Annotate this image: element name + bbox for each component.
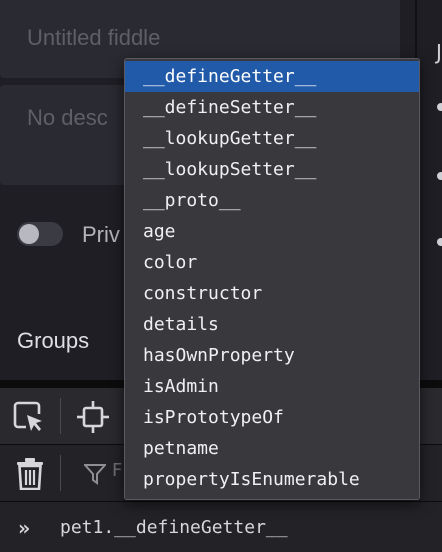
element-picker-icon[interactable]	[12, 400, 46, 438]
private-toggle[interactable]	[17, 222, 63, 246]
groups-heading: Groups	[17, 328, 90, 353]
autocomplete-item[interactable]: details	[125, 309, 419, 340]
autocomplete-item[interactable]: __lookupGetter__	[125, 123, 419, 154]
fiddle-title-placeholder: Untitled fiddle	[27, 25, 161, 50]
autocomplete-item-selected[interactable]: __defineGetter__	[125, 61, 419, 92]
radio-dot-icon[interactable]	[437, 172, 442, 180]
autocomplete-item[interactable]: __defineSetter__	[125, 92, 419, 123]
autocomplete-popup[interactable]: __defineGetter__ __defineSetter__ __lookup…	[124, 58, 420, 500]
autocomplete-item[interactable]: age	[125, 216, 419, 247]
private-label: Priv	[82, 222, 120, 247]
filter-output-input[interactable]: F	[112, 460, 122, 481]
autocomplete-item[interactable]: constructor	[125, 278, 419, 309]
autocomplete-item[interactable]: hasOwnProperty	[125, 340, 419, 371]
fiddle-description-placeholder: No desc	[27, 105, 108, 130]
autocomplete-item[interactable]: petname	[125, 433, 419, 464]
app-window: Untitled fiddle No desc Priv Groups J F …	[0, 0, 442, 552]
private-toggle-knob	[19, 224, 39, 244]
prompt-chevron-icon: »	[18, 516, 31, 540]
autocomplete-item[interactable]: propertyIsEnumerable	[125, 464, 419, 495]
autocomplete-item[interactable]: isAdmin	[125, 371, 419, 402]
radio-dot-icon[interactable]	[437, 103, 442, 111]
autocomplete-item[interactable]: isPrototypeOf	[125, 402, 419, 433]
console-input[interactable]: pet1.__defineGetter__	[60, 517, 288, 538]
autocomplete-item[interactable]: __proto__	[125, 185, 419, 216]
autocomplete-item[interactable]: __lookupSetter__	[125, 154, 419, 185]
toolbar-separator	[60, 398, 61, 434]
toolbar-separator	[60, 455, 61, 491]
right-panel-edge: J	[417, 0, 442, 380]
autocomplete-item[interactable]: color	[125, 247, 419, 278]
radio-dot-icon[interactable]	[437, 238, 442, 246]
trash-icon[interactable]	[16, 458, 44, 494]
autocomplete-list: __defineGetter__ __defineSetter__ __lookup…	[125, 59, 419, 495]
filter-icon	[82, 463, 108, 489]
console-input-row[interactable]: » pet1.__defineGetter__	[0, 502, 442, 552]
responsive-design-icon[interactable]	[76, 400, 110, 438]
right-panel-text: J	[436, 40, 442, 64]
